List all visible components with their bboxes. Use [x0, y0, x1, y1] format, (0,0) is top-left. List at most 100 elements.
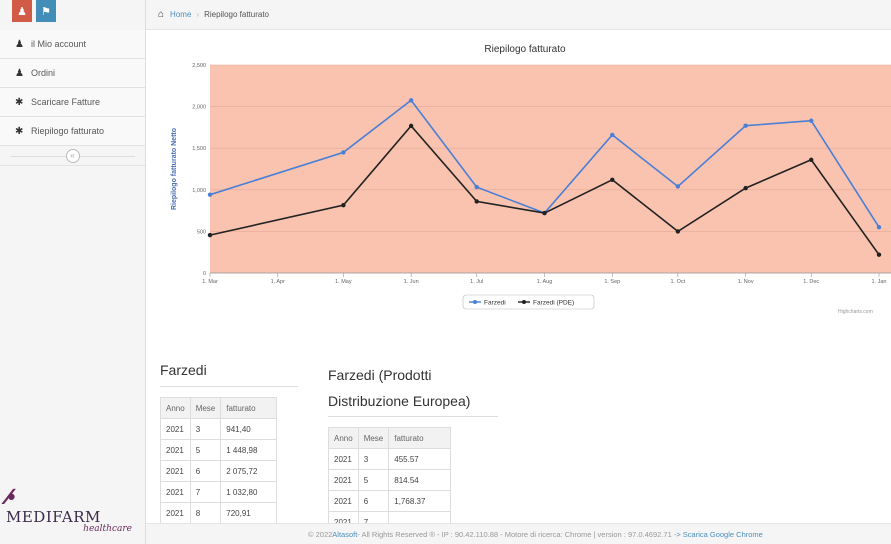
table-header: fatturato	[220, 397, 278, 419]
legend-marker	[473, 300, 477, 304]
data-point	[207, 192, 213, 197]
cell-anno: 2021	[160, 502, 191, 524]
y-tick-label: 2,500	[192, 63, 206, 69]
logo-mark-icon: ∕∕•	[6, 484, 15, 509]
sidebar-item-label: il Mio account	[31, 39, 87, 49]
user-icon: ♟	[15, 38, 24, 50]
table-header: Anno	[160, 397, 191, 419]
data-point	[341, 203, 346, 208]
y-tick-label: 0	[203, 271, 206, 277]
y-tick-label: 1,000	[192, 188, 206, 194]
collapse-sidebar-button[interactable]: «	[65, 148, 80, 163]
data-point	[341, 150, 346, 155]
sidebar-item-account[interactable]: ♟ il Mio account	[0, 30, 145, 59]
x-tick-label: 1. Jun	[404, 279, 419, 285]
data-point	[610, 132, 615, 138]
cell-mese: 3	[357, 448, 390, 470]
data-point	[675, 229, 681, 234]
y-axis-label: Riepilogo fatturato Netto	[171, 128, 178, 210]
footer-company-link[interactable]: Altasoft	[332, 530, 357, 539]
breadcrumb: ⌂ Home › Riepilogo fatturato	[146, 0, 891, 30]
data-point	[610, 177, 615, 183]
x-tick-label: 1. Jan	[872, 279, 887, 285]
data-point	[207, 232, 213, 238]
cell-anno: 2021	[328, 490, 359, 512]
data-point	[876, 225, 882, 230]
sidebar-collapse: «	[0, 146, 145, 166]
chart-title: Riepilogo fatturato	[484, 44, 566, 55]
data-point	[408, 98, 414, 103]
footer-info: - All Rights Reserved ® - IP : 90.42.110…	[357, 529, 677, 539]
y-tick-label: 500	[197, 229, 206, 235]
sidebar-item-label: Scaricare Fatture	[31, 97, 101, 107]
x-tick-label: 1. May	[335, 279, 352, 285]
table2-title: Farzedi (Prodotti Distribuzione Europea)	[328, 362, 498, 417]
cell-fatturato: 814.54	[388, 469, 452, 491]
table-row: 2021 7 1 032,80	[160, 481, 278, 503]
cell-fatturato: 1 032,80	[220, 481, 278, 503]
app-window: ♟ ⚑ ♟ il Mio account ♟ Ordini ✱ Scaricar…	[0, 0, 891, 544]
table-row: 2021 6 1,768.37	[328, 490, 452, 512]
gear-icon: ✱	[15, 125, 24, 137]
data-point	[675, 184, 681, 189]
y-tick-label: 1,500	[192, 146, 206, 152]
x-tick-label: 1. Mar	[202, 279, 218, 285]
breadcrumb-separator-icon: ›	[196, 10, 200, 19]
sidebar: ♟ ⚑ ♟ il Mio account ♟ Ordini ✱ Scaricar…	[0, 0, 146, 544]
user-shortcut-button[interactable]: ♟	[12, 0, 32, 22]
page-footer: © 2022 Altasoft - All Rights Reserved ® …	[146, 523, 891, 544]
x-tick-label: 1. Nov	[738, 279, 754, 285]
bookmark-icon: ⚑	[41, 5, 51, 18]
cell-fatturato: 720,91	[220, 502, 278, 524]
chart-legend[interactable]: Farzedi Farzedi (PDE)	[462, 294, 595, 310]
download-chrome-link[interactable]: > Scarica Google Chrome	[676, 530, 763, 539]
data-point	[474, 199, 479, 204]
data-point	[408, 123, 414, 129]
table-row: 2021 8 720,91	[160, 502, 278, 524]
data-point	[809, 157, 814, 163]
y-tick-label: 2,000	[192, 105, 206, 111]
breadcrumb-current: Riepilogo fatturato	[204, 10, 269, 19]
cell-mese: 8	[189, 502, 222, 524]
data-point	[876, 252, 882, 257]
data-point	[542, 210, 547, 216]
farzedi-table-section: Farzedi Anno Mese fatturato 2021 3 941,40 …	[160, 362, 298, 524]
legend-marker	[522, 300, 526, 304]
cell-anno: 2021	[160, 481, 191, 503]
footer-copyright: © 2022	[308, 529, 333, 539]
cell-fatturato: 1,768.37	[388, 490, 452, 512]
x-tick-label: 1. Aug	[537, 279, 553, 285]
sidebar-item-revenue-summary[interactable]: ✱ Riepilogo fatturato	[0, 117, 145, 146]
table-row: 2021 6 2 075,72	[160, 460, 278, 482]
bookmark-shortcut-button[interactable]: ⚑	[36, 0, 56, 22]
table-header: Mese	[189, 397, 222, 419]
legend-label[interactable]: Farzedi	[484, 300, 506, 307]
user-icon: ♟	[15, 67, 24, 79]
cell-anno: 2021	[160, 418, 191, 440]
home-icon: ⌂	[158, 9, 165, 20]
cell-fatturato: 2 075,72	[220, 460, 278, 482]
table-row: 2021 5 1 448,98	[160, 439, 278, 461]
cell-fatturato: 941,40	[220, 418, 278, 440]
sidebar-item-orders[interactable]: ♟ Ordini	[0, 59, 145, 88]
table-header: fatturato	[388, 427, 452, 449]
cell-fatturato: 1 448,98	[220, 439, 278, 461]
farzedi-table: Anno Mese fatturato 2021 3 941,40 2021 5 1 4…	[160, 397, 278, 524]
data-point	[474, 184, 479, 190]
gear-icon: ✱	[15, 96, 24, 108]
farzedi-pde-table: Anno Mese fatturato 2021 3 455.57 2021 5 814…	[328, 427, 452, 533]
table-row: 2021 3 455.57	[328, 448, 452, 470]
legend-label[interactable]: Farzedi (PDE)	[533, 300, 574, 307]
chart-credit[interactable]: Highcharts.com	[838, 309, 873, 315]
cell-mese: 7	[189, 481, 222, 503]
data-point	[743, 123, 748, 128]
breadcrumb-home-link[interactable]: Home	[170, 10, 191, 19]
sidebar-item-label: Riepilogo fatturato	[31, 126, 105, 136]
x-tick-label: 1. Jul	[470, 279, 483, 285]
user-icon: ♟	[17, 5, 27, 18]
sidebar-item-download-invoices[interactable]: ✱ Scaricare Fatture	[0, 88, 145, 117]
cell-anno: 2021	[160, 460, 191, 482]
table-header: Anno	[328, 427, 359, 449]
cell-mese: 5	[357, 469, 390, 491]
data-point	[809, 118, 814, 123]
